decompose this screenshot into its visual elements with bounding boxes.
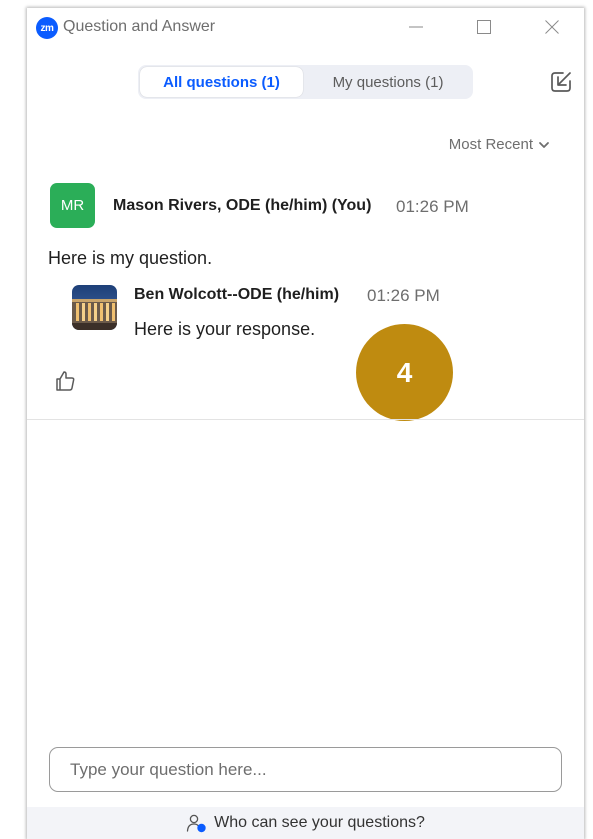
maximize-icon xyxy=(477,20,491,34)
step-number-badge: 4 xyxy=(356,324,453,421)
sort-dropdown[interactable]: Most Recent xyxy=(449,136,550,153)
tab-all-questions[interactable]: All questions (1) xyxy=(140,67,303,97)
question-tabs: All questions (1) My questions (1) xyxy=(138,65,473,99)
thumbs-up-icon xyxy=(56,371,75,391)
asker-avatar: MR xyxy=(50,183,95,228)
visibility-info-label: Who can see your questions? xyxy=(214,814,425,831)
close-icon xyxy=(545,20,559,34)
divider xyxy=(27,419,584,420)
answer-text: Here is your response. xyxy=(134,319,316,339)
qa-window: zm Question and Answer All questions (1)… xyxy=(27,8,584,839)
chevron-down-icon xyxy=(539,141,549,148)
answer-timestamp: 01:26 PM xyxy=(367,286,440,305)
tab-my-questions[interactable]: My questions (1) xyxy=(305,67,471,97)
window-title: Question and Answer xyxy=(63,18,216,35)
building-photo-icon xyxy=(72,285,117,330)
question-timestamp: 01:26 PM xyxy=(396,197,469,216)
pop-in-icon xyxy=(551,72,571,92)
visibility-info-link[interactable]: Who can see your questions? xyxy=(27,807,584,839)
maximize-button[interactable] xyxy=(469,14,499,40)
asker-name: Mason Rivers, ODE (he/him) (You) xyxy=(113,197,372,214)
person-visibility-icon xyxy=(186,814,206,833)
minimize-icon xyxy=(409,26,423,28)
close-button[interactable] xyxy=(537,14,567,40)
sort-label: Most Recent xyxy=(448,136,533,153)
title-bar: zm Question and Answer xyxy=(27,8,584,46)
question-input[interactable] xyxy=(49,747,562,792)
minimize-button[interactable] xyxy=(401,14,431,40)
answerer-name: Ben Wolcott--ODE (he/him) xyxy=(134,286,340,303)
question-text: Here is my question. xyxy=(48,248,213,268)
pop-in-button[interactable] xyxy=(548,68,576,96)
like-button[interactable] xyxy=(53,369,77,393)
zoom-logo-icon: zm xyxy=(36,17,58,39)
answerer-avatar xyxy=(72,285,117,330)
